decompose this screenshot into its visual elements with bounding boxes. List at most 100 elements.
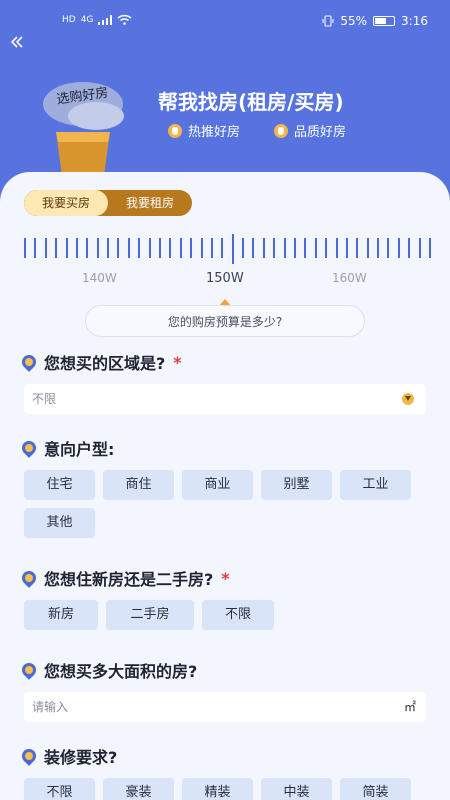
house-type-chip[interactable]: 别墅 [261, 470, 332, 500]
rent-mode-button[interactable]: 我要租房 [108, 190, 192, 216]
ruler-tick [315, 238, 317, 258]
hero-tag-label: 品质好房 [294, 125, 347, 140]
vibrate-icon [322, 15, 334, 27]
ruler-tick [398, 238, 400, 258]
page-title: 帮我找房(租房/买房) [158, 90, 344, 114]
location-pin-icon [19, 438, 39, 458]
ruler-tick [429, 238, 431, 258]
ruler-tick [325, 238, 327, 258]
budget-ruler[interactable] [24, 234, 431, 264]
back-button[interactable] [10, 34, 30, 54]
ruler-tick [304, 238, 306, 258]
hero-tag: 品质好房 [274, 121, 346, 140]
new-or-second-section-title: 您想住新房还是二手房? * [19, 566, 230, 590]
decoration-chip[interactable]: 精装 [182, 778, 253, 800]
required-mark: * [221, 568, 230, 588]
house-type-chip[interactable]: 住宅 [24, 470, 95, 500]
ruler-tick [273, 238, 275, 258]
ruler-tick [107, 238, 109, 258]
house-type-chip[interactable]: 其他 [24, 508, 95, 538]
decoration-options: 不限 豪装 精装 中装 简装 [24, 778, 424, 800]
signal-icon [98, 14, 113, 25]
network-type-indicator: 4G [80, 14, 94, 25]
hero-illustration: 选购好房 [38, 74, 128, 178]
ruler-tick [24, 238, 26, 258]
ruler-tick [294, 238, 296, 258]
ruler-tick [232, 234, 234, 264]
fire-icon [274, 123, 289, 138]
hero-tags: 热推好房 品质好房 [168, 121, 346, 140]
size-input-placeholder: 请输入 [32, 700, 69, 714]
ruler-tick [252, 238, 254, 258]
status-bar: HD 4G 55% 3:16 [0, 0, 450, 40]
chevron-down-icon [402, 393, 414, 405]
ruler-tick [419, 238, 421, 258]
decoration-chip[interactable]: 不限 [24, 778, 95, 800]
ruler-label-160w: 160W [332, 271, 367, 285]
new-or-second-chip[interactable]: 二手房 [106, 600, 194, 630]
hd-indicator: HD [62, 14, 76, 25]
ruler-tick [149, 238, 151, 258]
house-type-chip[interactable]: 工业 [340, 470, 411, 500]
ruler-tick [356, 238, 358, 258]
ruler-tick [190, 238, 192, 258]
location-pin-icon [19, 352, 39, 372]
decoration-section-title: 装修要求? [19, 744, 118, 768]
area-title-text: 您想买的区域是? [44, 354, 166, 373]
ruler-tick [159, 238, 161, 258]
ruler-tick [86, 238, 88, 258]
area-select[interactable]: 不限 [24, 384, 426, 414]
decoration-chip[interactable]: 豪装 [103, 778, 174, 800]
ruler-tick [367, 238, 369, 258]
required-mark: * [173, 352, 182, 372]
status-right: 55% 3:16 [322, 14, 428, 28]
ruler-tick [221, 238, 223, 258]
new-or-second-options: 新房 二手房 不限 [24, 600, 424, 630]
buy-mode-button[interactable]: 我要买房 [24, 190, 108, 216]
house-type-chip[interactable]: 商住 [103, 470, 174, 500]
decoration-chip[interactable]: 简装 [340, 778, 411, 800]
decoration-title-text: 装修要求? [44, 748, 118, 767]
ruler-tick [45, 238, 47, 258]
house-type-title-text: 意向户型: [44, 440, 115, 459]
ruler-tick [263, 238, 265, 258]
house-type-section-title: 意向户型: [19, 436, 115, 460]
ruler-tick [76, 238, 78, 258]
ruler-tick [408, 238, 410, 258]
ruler-tick [377, 238, 379, 258]
ruler-tick [387, 238, 389, 258]
size-unit: ㎡ [403, 700, 416, 714]
clock: 3:16 [401, 14, 428, 28]
decoration-chip[interactable]: 中装 [261, 778, 332, 800]
location-pin-icon [19, 746, 39, 766]
new-or-second-chip[interactable]: 新房 [24, 600, 98, 630]
ruler-tick [66, 238, 68, 258]
hero-tag-label: 热推好房 [188, 125, 241, 140]
house-type-options: 住宅 商住 商业 别墅 工业 其他 [24, 470, 424, 538]
location-pin-icon [19, 568, 39, 588]
ruler-label-150w: 150W [206, 271, 244, 286]
ruler-tick [336, 238, 338, 258]
ruler-tick [128, 238, 130, 258]
mode-toggle: 我要买房 我要租房 [24, 190, 192, 216]
size-title-text: 您想买多大面积的房? [44, 662, 198, 681]
ruler-tick [138, 238, 140, 258]
network-indicators: HD 4G [62, 14, 132, 25]
battery-icon [373, 16, 396, 26]
house-type-chip[interactable]: 商业 [182, 470, 253, 500]
wifi-icon [117, 14, 132, 25]
ruler-tick [97, 238, 99, 258]
ruler-tick [117, 238, 119, 258]
ruler-label-140w: 140W [82, 271, 117, 285]
ruler-tick [180, 238, 182, 258]
new-or-second-title-text: 您想住新房还是二手房? [44, 570, 214, 589]
location-pin-icon [19, 660, 39, 680]
new-or-second-chip[interactable]: 不限 [202, 600, 274, 630]
battery-percent: 55% [340, 14, 368, 28]
ruler-tick [169, 238, 171, 258]
ruler-tick [242, 238, 244, 258]
area-select-value: 不限 [32, 392, 57, 406]
size-input[interactable]: 请输入 ㎡ [24, 692, 426, 722]
area-section-title: 您想买的区域是? * [19, 350, 182, 374]
ruler-tick [55, 238, 57, 258]
